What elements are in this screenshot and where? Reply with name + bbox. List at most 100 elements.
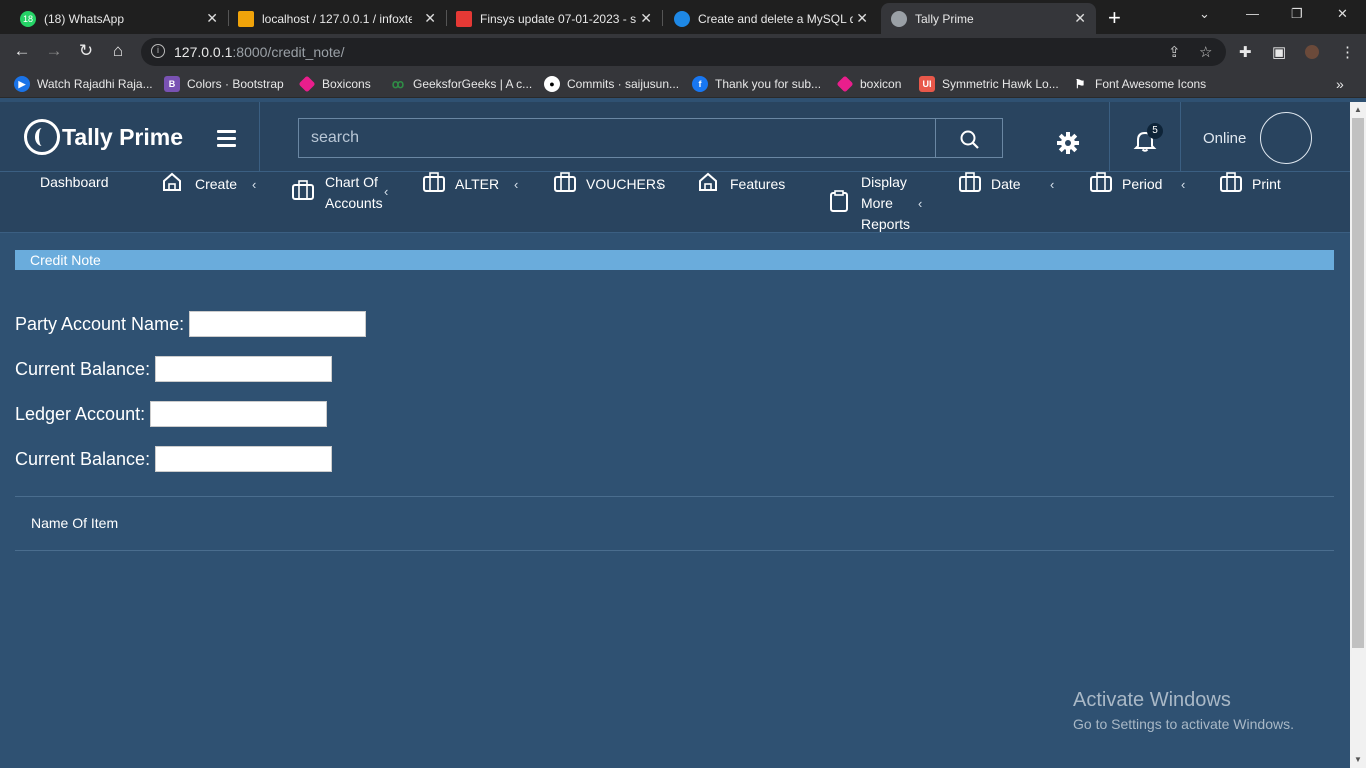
side-panel-icon[interactable]: ▣ xyxy=(1272,43,1286,61)
hamburger-menu-icon[interactable] xyxy=(217,130,236,151)
bookmark-star-icon[interactable]: ☆ xyxy=(1199,43,1212,61)
briefcase-icon xyxy=(1220,172,1242,192)
current-balance-field[interactable] xyxy=(155,446,333,472)
menu-dashboard[interactable]: Dashboard xyxy=(40,172,109,193)
extensions-icon[interactable]: ✚ xyxy=(1239,43,1252,61)
menu-label-line1: Display xyxy=(861,174,907,190)
tally-logo-icon xyxy=(24,119,60,155)
tab-title: localhost / 127.0.0.1 / infoxte xyxy=(262,11,412,26)
close-tab-icon[interactable]: ✕ xyxy=(856,10,868,27)
menu-print[interactable]: Print xyxy=(1220,172,1300,196)
watermark-line2: Go to Settings to activate Windows. xyxy=(1073,716,1294,732)
tab-whatsapp[interactable]: 18 (18) WhatsApp ✕ xyxy=(10,3,228,34)
site-info-icon[interactable]: i xyxy=(151,44,165,58)
bookmark-item[interactable]: boxicon xyxy=(836,75,902,93)
table-header-name-of-item: Name Of Item xyxy=(31,515,119,531)
bookmark-label: Commits · saijusun... xyxy=(567,77,680,91)
bookmark-item[interactable]: ● Commits · saijusun... xyxy=(544,76,679,92)
notification-badge: 5 xyxy=(1147,123,1163,139)
menu-create[interactable]: Create ‹ xyxy=(162,172,272,196)
ledger-account-label: Ledger Account: xyxy=(15,403,146,424)
current-balance-label: Current Balance: xyxy=(15,358,151,379)
tab-mysql[interactable]: Create and delete a MySQL d ✕ xyxy=(664,3,878,34)
scroll-down-icon[interactable]: ▼ xyxy=(1354,755,1362,764)
party-account-name-field[interactable] xyxy=(189,311,367,337)
menu-label: Features xyxy=(730,176,786,192)
scroll-up-icon[interactable]: ▲ xyxy=(1354,105,1362,114)
watermark-line1: Activate Windows xyxy=(1073,689,1231,711)
tab-phpmyadmin[interactable]: localhost / 127.0.0.1 / infoxte ✕ xyxy=(228,3,446,34)
menu-vouchers[interactable]: VOUCHERS ‹ xyxy=(554,172,674,196)
close-tab-icon[interactable]: ✕ xyxy=(640,10,652,27)
tab-tally-prime[interactable]: Tally Prime ✕ xyxy=(881,3,1096,34)
current-balance-row-1: Current Balance: xyxy=(15,356,333,382)
bookmark-label: Colors · Bootstrap xyxy=(187,77,284,91)
nav-menu: Dashboard Create ‹ Chart Of Accounts ‹ A… xyxy=(0,172,1350,233)
bookmark-label: boxicon xyxy=(860,77,902,91)
bookmark-item[interactable]: B Colors · Bootstrap xyxy=(164,76,284,92)
menu-date[interactable]: Date ‹ xyxy=(959,172,1069,196)
close-tab-icon[interactable]: ✕ xyxy=(1074,10,1086,27)
chevron-left-icon: ‹ xyxy=(514,177,519,192)
close-tab-icon[interactable]: ✕ xyxy=(424,10,436,27)
browser-menu-icon[interactable]: ⋮ xyxy=(1340,43,1355,61)
scroll-thumb[interactable] xyxy=(1352,118,1364,648)
tab-title: Create and delete a MySQL d xyxy=(698,11,853,26)
bookmark-item[interactable]: ▶ Watch Rajadhi Raja... xyxy=(14,76,153,92)
new-tab-icon[interactable]: + xyxy=(1108,5,1121,31)
back-icon[interactable]: ← xyxy=(11,41,33,61)
browser-tab-bar: 18 (18) WhatsApp ✕ localhost / 127.0.0.1… xyxy=(0,0,1366,34)
briefcase-icon xyxy=(423,172,445,192)
minimize-icon[interactable]: — xyxy=(1246,6,1259,21)
brand-logo[interactable]: Tally Prime xyxy=(24,119,183,155)
briefcase-icon xyxy=(292,180,314,200)
bookmark-item[interactable]: ⚑ Font Awesome Icons xyxy=(1072,76,1207,92)
boxicons-icon xyxy=(298,75,316,93)
chevron-left-icon: ‹ xyxy=(1181,177,1186,192)
current-balance-field[interactable] xyxy=(155,356,333,382)
chevron-left-icon: ‹ xyxy=(384,184,389,199)
bookmark-item[interactable]: f Thank you for sub... xyxy=(692,76,821,92)
gear-icon[interactable] xyxy=(1057,132,1079,154)
briefcase-icon xyxy=(1090,172,1112,192)
divider xyxy=(15,496,1334,497)
url-text[interactable]: 127.0.0.1:8000/credit_note/ xyxy=(174,44,344,60)
menu-features[interactable]: Features xyxy=(698,172,798,196)
tab-finsys[interactable]: Finsys update 07-01-2023 - s ✕ xyxy=(446,3,662,34)
globe-icon xyxy=(891,10,907,27)
reload-icon[interactable]: ↻ xyxy=(75,41,97,61)
calendar-icon xyxy=(456,10,472,27)
home-icon xyxy=(699,172,717,191)
profile-avatar[interactable] xyxy=(1305,45,1319,59)
menu-chart-of-accounts[interactable]: Chart Of Accounts ‹ xyxy=(292,172,402,214)
search-button[interactable] xyxy=(935,118,1003,158)
menu-period[interactable]: Period ‹ xyxy=(1090,172,1200,196)
menu-display-more-reports[interactable]: Display More Reports ‹ xyxy=(829,172,939,232)
chevron-left-icon: ‹ xyxy=(1050,177,1055,192)
bookmark-item[interactable]: ꝏ GeeksforGeeks | A c... xyxy=(390,76,532,92)
globe-icon xyxy=(674,10,690,27)
close-tab-icon[interactable]: ✕ xyxy=(206,10,218,27)
more-bookmarks-icon[interactable]: » xyxy=(1336,76,1344,92)
bookmark-label: Symmetric Hawk Lo... xyxy=(942,77,1059,91)
app-page: Tally Prime search 5 Online Dashboard Cr… xyxy=(0,102,1350,768)
menu-alter[interactable]: ALTER ‹ xyxy=(423,172,533,196)
close-window-icon[interactable]: ✕ xyxy=(1337,6,1348,22)
home-icon[interactable]: ⌂ xyxy=(107,41,129,61)
bookmark-item[interactable]: Boxicons xyxy=(298,75,371,93)
url-bar[interactable]: i 127.0.0.1:8000/credit_note/ ⇪ ☆ xyxy=(141,38,1226,66)
forward-icon[interactable]: → xyxy=(43,41,65,61)
briefcase-icon xyxy=(959,172,981,192)
restore-icon[interactable]: ❐ xyxy=(1291,6,1303,22)
tab-search-icon[interactable]: ⌄ xyxy=(1199,6,1210,22)
ledger-account-field[interactable] xyxy=(150,401,328,427)
chevron-left-icon: ‹ xyxy=(658,177,663,192)
activate-windows-watermark: Activate Windows Go to Settings to activ… xyxy=(1073,689,1294,732)
ui-logo-icon: UI xyxy=(919,76,935,92)
share-icon[interactable]: ⇪ xyxy=(1168,43,1181,61)
search-input[interactable]: search xyxy=(298,118,936,158)
avatar[interactable] xyxy=(1260,112,1312,164)
menu-label: Dashboard xyxy=(40,174,109,190)
page-scrollbar[interactable]: ▲ ▼ xyxy=(1350,102,1366,768)
bookmark-item[interactable]: UI Symmetric Hawk Lo... xyxy=(919,76,1059,92)
